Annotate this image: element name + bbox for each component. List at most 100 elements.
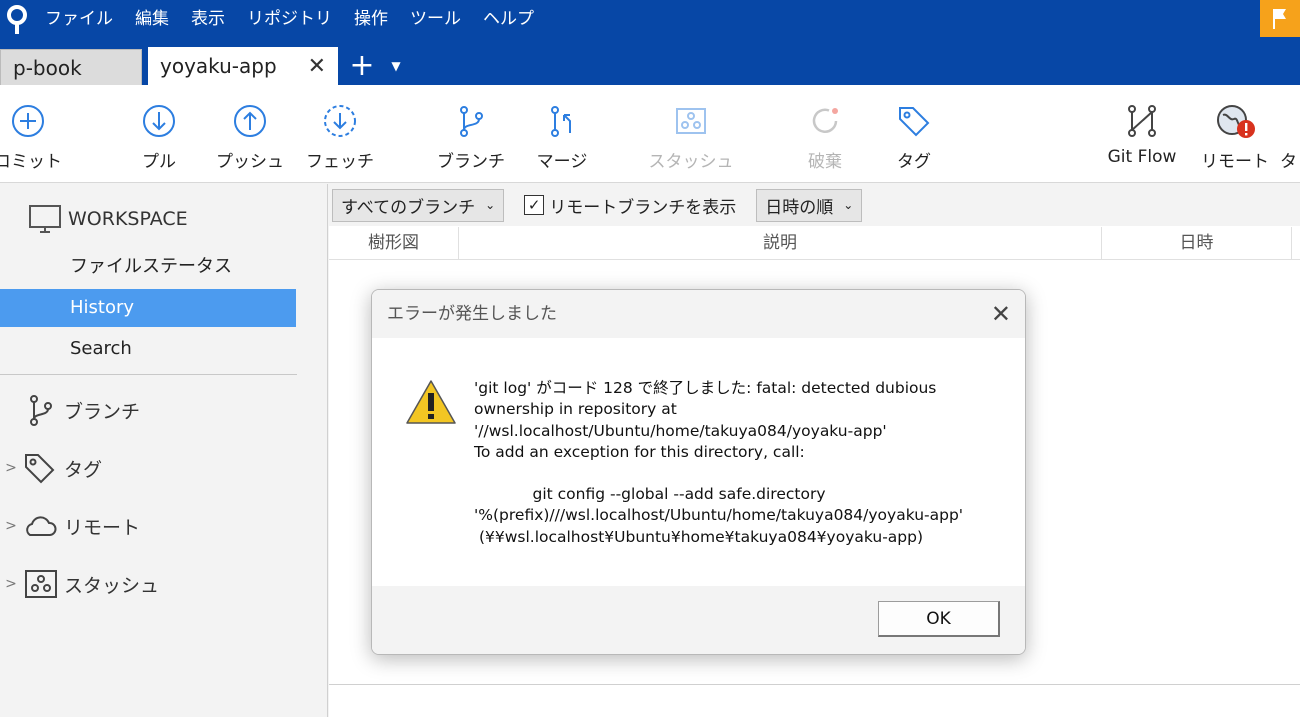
error-message-text: 'git log' がコード 128 で終了しました: fatal: detec…	[474, 379, 937, 461]
gitflow-button[interactable]: Git Flow	[1097, 103, 1187, 167]
chevron-right-icon[interactable]: >	[0, 576, 22, 592]
tab-yoyaku-app[interactable]: yoyaku-app ✕	[148, 47, 338, 85]
cloud-icon	[26, 516, 57, 536]
repo-tabs: p-book yoyaku-app ✕ + ▼	[0, 46, 406, 85]
tag-icon	[25, 454, 55, 484]
branch-icon	[460, 106, 483, 137]
fetch-icon	[324, 105, 356, 137]
monitor-icon	[29, 205, 61, 233]
tags-label: タグ	[64, 458, 103, 481]
error-dialog: エラーが発生しました ✕ 'git log' がコード 128 で終了しました:…	[371, 289, 1026, 655]
merge-label: マージ	[536, 152, 588, 172]
menu-view[interactable]: 表示	[180, 0, 236, 38]
workspace-header: WORKSPACE	[28, 204, 188, 234]
discard-button[interactable]: 破棄	[780, 103, 870, 172]
sidebar-group-branches[interactable]: ブランチ	[0, 392, 140, 428]
push-button[interactable]: プッシュ	[205, 103, 295, 172]
close-icon[interactable]: ✕	[308, 54, 326, 79]
sidebar: WORKSPACE ファイルステータス History Search ブランチ …	[0, 184, 328, 717]
history-column-headers: 樹形図 説明 日時	[329, 227, 1300, 260]
menu-tools[interactable]: ツール	[399, 0, 472, 38]
discard-label: 破棄	[808, 152, 842, 172]
remote-label: リモート	[1201, 152, 1269, 172]
menu-repository[interactable]: リポジトリ	[236, 0, 343, 38]
sidebar-group-tags[interactable]: > タグ	[0, 450, 102, 486]
menu-edit[interactable]: 編集	[124, 0, 180, 38]
stash-label: スタッシュ	[648, 152, 734, 172]
chevron-down-icon: ⌄	[485, 198, 496, 212]
tab-p-book[interactable]: p-book	[0, 49, 142, 85]
notification-flag-icon[interactable]	[1260, 0, 1300, 37]
show-remote-branches-checkbox[interactable]: ✓ リモートブランチを表示	[524, 193, 736, 218]
merge-button[interactable]: マージ	[517, 103, 607, 172]
column-description[interactable]: 説明	[459, 227, 1102, 260]
dialog-title: エラーが発生しました	[372, 290, 1025, 338]
stashes-label: スタッシュ	[64, 574, 160, 597]
branch-filter-dropdown[interactable]: すべてのブランチ ⌄	[332, 188, 505, 222]
chevron-down-icon: ⌄	[843, 198, 854, 212]
checkmark-icon: ✓	[524, 195, 545, 215]
globe-icon	[1217, 105, 1255, 138]
menu-bar: ファイル 編集 表示 リポジトリ 操作 ツール ヘルプ	[0, 0, 545, 38]
stash-button[interactable]: スタッシュ	[646, 103, 736, 172]
column-graph[interactable]: 樹形図	[329, 227, 459, 260]
sidebar-divider	[0, 374, 297, 375]
overflow-tool-button[interactable]: タ	[1280, 147, 1300, 172]
menu-file[interactable]: ファイル	[34, 0, 124, 38]
commit-button[interactable]: コミット	[0, 103, 73, 172]
error-command: git config --global --add safe.directory	[532, 485, 826, 504]
pull-button[interactable]: プル	[114, 103, 204, 172]
branch-filter-value: すべてのブランチ	[341, 197, 476, 218]
error-message: 'git log' がコード 128 で終了しました: fatal: detec…	[474, 378, 1014, 548]
tab-label: yoyaku-app	[160, 54, 277, 78]
sidebar-group-stashes[interactable]: > スタッシュ	[0, 566, 159, 602]
tag-button[interactable]: タグ	[869, 103, 959, 172]
chevron-right-icon[interactable]: >	[0, 460, 22, 476]
branch-button[interactable]: ブランチ	[426, 103, 516, 172]
remotes-label: リモート	[64, 516, 141, 539]
sidebar-item-file-status[interactable]: ファイルステータス	[0, 248, 296, 286]
remote-button[interactable]: リモート	[1190, 103, 1280, 172]
chevron-down-icon[interactable]: ▼	[386, 47, 406, 85]
panel-divider	[329, 684, 1300, 685]
stash-icon	[25, 570, 57, 598]
title-bar: ファイル 編集 表示 リポジトリ 操作 ツール ヘルプ p-book yoyak…	[0, 0, 1300, 85]
overflow-label: タ	[1280, 152, 1297, 172]
gitflow-label: Git Flow	[1107, 147, 1177, 167]
menu-help[interactable]: ヘルプ	[472, 0, 545, 38]
push-icon	[234, 105, 266, 137]
workspace-label: WORKSPACE	[68, 208, 188, 230]
toolbar: コミット プル プッシュ フェッチ ブランチ マージ スタッシュ 破棄 タグ G…	[0, 85, 1300, 183]
sort-order-dropdown[interactable]: 日時の順 ⌄	[756, 188, 863, 222]
gitflow-icon	[1128, 105, 1156, 137]
fetch-button[interactable]: フェッチ	[295, 103, 385, 172]
filter-bar: すべてのブランチ ⌄ ✓ リモートブランチを表示 日時の順 ⌄	[329, 184, 1300, 226]
sidebar-group-remotes[interactable]: > リモート	[0, 508, 140, 544]
chevron-right-icon[interactable]: >	[0, 518, 22, 534]
sidebar-item-search[interactable]: Search	[0, 330, 296, 368]
dialog-body: 'git log' がコード 128 で終了しました: fatal: detec…	[372, 338, 1025, 586]
sidebar-item-history[interactable]: History	[0, 289, 296, 327]
commit-label: コミット	[0, 152, 62, 172]
discard-icon	[812, 108, 838, 133]
close-icon[interactable]: ✕	[991, 300, 1011, 328]
pull-icon	[143, 105, 175, 137]
push-label: プッシュ	[216, 152, 284, 172]
add-tab-button[interactable]: +	[338, 47, 386, 85]
error-path-windows: (¥¥wsl.localhost¥Ubuntu¥home¥takuya084¥y…	[474, 527, 924, 546]
merge-icon	[551, 106, 571, 137]
branches-label: ブランチ	[64, 400, 141, 423]
warning-icon	[406, 380, 456, 424]
sort-order-value: 日時の順	[765, 197, 834, 218]
column-date[interactable]: 日時	[1102, 227, 1292, 260]
branch-label: ブランチ	[437, 152, 505, 172]
menu-actions[interactable]: 操作	[343, 0, 399, 38]
sourcetree-logo-icon	[0, 0, 34, 38]
tag-icon	[899, 107, 930, 137]
fetch-label: フェッチ	[306, 152, 374, 172]
stash-icon	[676, 108, 706, 134]
dialog-footer: OK	[372, 586, 1025, 654]
ok-button[interactable]: OK	[878, 601, 1000, 637]
show-remote-label: リモートブランチを表示	[549, 197, 737, 218]
tag-label: タグ	[897, 152, 931, 172]
